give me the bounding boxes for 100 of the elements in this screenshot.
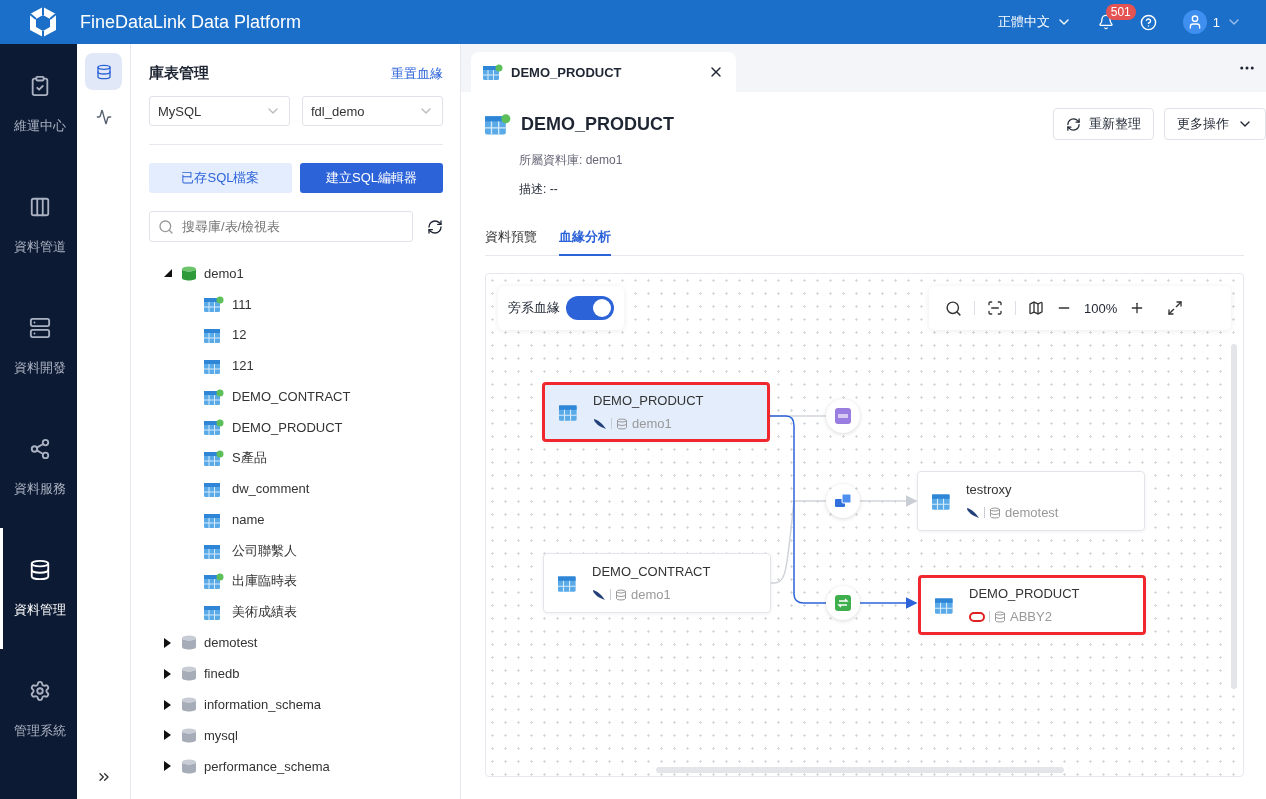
service-icon xyxy=(29,437,51,460)
pulse-icon xyxy=(95,108,112,125)
database-icon xyxy=(989,506,1001,519)
database-icon xyxy=(182,697,196,713)
database-icon xyxy=(182,666,196,682)
process-node[interactable] xyxy=(826,484,860,518)
tree-item[interactable]: information_schema xyxy=(149,689,443,720)
database-info: 所屬資料庫: demo1 xyxy=(519,152,624,169)
table-plus-icon xyxy=(204,450,224,467)
refresh-icon[interactable] xyxy=(427,218,443,235)
table-plus-icon xyxy=(483,64,503,80)
edge-line xyxy=(859,495,918,507)
server-icon xyxy=(29,316,51,339)
node-name: DEMO_PRODUCT xyxy=(969,586,1080,601)
table-plus-icon xyxy=(204,573,224,590)
process-node[interactable] xyxy=(826,399,860,433)
detail-tab[interactable]: 血緣分析 xyxy=(559,228,611,256)
nav-item[interactable]: 資料開發 xyxy=(0,286,77,407)
node-database: ABBY2 xyxy=(1010,609,1052,624)
tree-item[interactable]: 公司聯繫人 xyxy=(149,535,443,566)
nav-item[interactable]: 資料管道 xyxy=(0,165,77,286)
tree-item[interactable]: DEMO_CONTRACT xyxy=(149,381,443,412)
node-database: demo1 xyxy=(632,416,672,431)
tree-item[interactable]: 美術成績表 xyxy=(149,596,443,628)
search-icon xyxy=(158,218,174,235)
reset-link[interactable]: 重置血緣 xyxy=(391,64,443,83)
nav-item[interactable]: 資料服務 xyxy=(0,407,77,528)
database-icon xyxy=(95,63,112,80)
tree-item[interactable]: performance_schema xyxy=(149,750,443,782)
database-icon xyxy=(182,727,196,743)
table-plus-icon xyxy=(485,113,511,135)
tree-item[interactable]: 出庫臨時表 xyxy=(149,565,443,597)
refresh-icon xyxy=(1066,116,1081,132)
side-lineage-label: 旁系血緣 xyxy=(508,299,560,317)
node-name: testroxy xyxy=(966,482,1013,497)
node-database: demo1 xyxy=(631,587,671,602)
edge-line xyxy=(859,597,918,609)
database-icon xyxy=(182,758,196,774)
database-tab[interactable] xyxy=(85,53,122,90)
database-icon xyxy=(994,610,1006,623)
more-actions-button[interactable]: 更多操作 xyxy=(1164,108,1266,140)
saved-sql-button[interactable]: 已存SQL檔案 xyxy=(149,163,292,193)
user-menu[interactable]: 1 xyxy=(1182,10,1242,34)
tree-item[interactable]: S產品 xyxy=(149,442,443,474)
file-tab[interactable]: DEMO_PRODUCT xyxy=(471,52,736,92)
node-name: DEMO_CONTRACT xyxy=(592,564,711,579)
bell-icon[interactable] xyxy=(1097,14,1114,30)
side-lineage-switch[interactable] xyxy=(566,296,614,320)
nav-item[interactable]: 資料管理 xyxy=(0,528,77,649)
db-name-select[interactable]: fdl_demo xyxy=(302,96,443,126)
notification-badge: 501 xyxy=(1105,4,1136,20)
tree-item[interactable]: 12 xyxy=(149,319,443,351)
tree-item[interactable]: mysql xyxy=(149,719,443,751)
tree-item[interactable]: demo1 xyxy=(149,258,443,289)
logo-icon xyxy=(28,6,58,38)
tree-item[interactable]: finedb xyxy=(149,658,443,690)
api-icon xyxy=(835,408,851,424)
table-node[interactable]: DEMO_PRODUCT demo1 xyxy=(542,382,770,442)
table-title: DEMO_PRODUCT xyxy=(521,113,675,135)
pipeline-icon xyxy=(834,493,852,509)
nav-item[interactable]: 管理系統 xyxy=(0,649,77,770)
tree-item[interactable]: 121 xyxy=(149,350,443,382)
panel-title: 庫表管理 xyxy=(149,64,210,83)
database-icon xyxy=(616,417,628,430)
table-node[interactable]: testroxy demotest xyxy=(917,471,1145,531)
detail-tab[interactable]: 資料預覽 xyxy=(485,228,537,256)
help-icon[interactable] xyxy=(1139,13,1157,31)
db-type-select[interactable]: MySQL xyxy=(149,96,290,126)
bird-icon xyxy=(966,506,980,519)
node-database: demotest xyxy=(1005,505,1059,520)
transform-icon xyxy=(835,595,851,611)
database-icon xyxy=(615,588,627,601)
tree-item[interactable]: dw_comment xyxy=(149,473,443,505)
tree-item[interactable]: name xyxy=(149,504,443,536)
search-icon[interactable] xyxy=(945,299,962,317)
bird-icon xyxy=(593,417,607,430)
app-title: FineDataLink Data Platform xyxy=(80,11,303,33)
table-node[interactable]: DEMO_CONTRACT demo1 xyxy=(543,553,771,613)
settings-icon xyxy=(29,679,51,702)
nav-item[interactable]: 維運中心 xyxy=(0,44,77,165)
search-box[interactable]: 搜尋庫/表/檢視表 xyxy=(149,211,413,242)
tree-item[interactable]: DEMO_PRODUCT xyxy=(149,412,443,443)
process-node[interactable] xyxy=(826,586,860,620)
fullscreen-icon[interactable] xyxy=(1167,300,1184,316)
table-node[interactable]: DEMO_PRODUCT ABBY2 xyxy=(918,575,1146,635)
create-sql-button[interactable]: 建立SQL編輯器 xyxy=(300,163,443,193)
zoom-level: 100% xyxy=(1084,300,1118,316)
language-select[interactable]: 正體中文 xyxy=(997,13,1072,31)
table-plus-icon xyxy=(204,388,224,405)
refresh-button[interactable]: 重新整理 xyxy=(1053,108,1154,140)
map-icon[interactable] xyxy=(1028,300,1044,316)
description-info: 描述: -- xyxy=(519,181,559,198)
database-icon xyxy=(182,635,196,651)
tree-item[interactable]: demotest xyxy=(149,627,443,659)
avatar-icon xyxy=(1182,10,1207,34)
pipeline-icon xyxy=(29,195,51,218)
fit-icon[interactable] xyxy=(987,300,1003,316)
data-manage-icon xyxy=(29,558,51,581)
tree-item[interactable]: 111 xyxy=(149,288,443,320)
table-plus-icon xyxy=(204,296,224,313)
